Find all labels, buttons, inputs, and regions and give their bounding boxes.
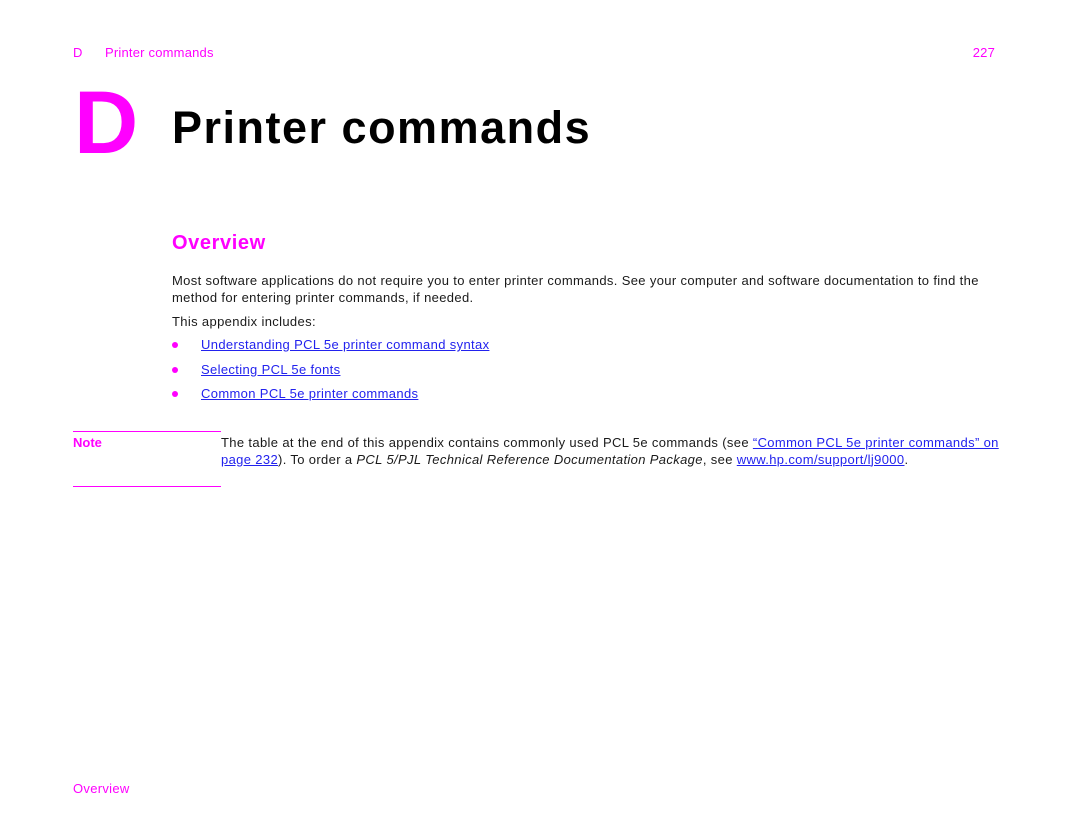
link-understanding-pcl-syntax[interactable]: Understanding PCL 5e printer command syn… [201,337,489,352]
chapter-letter: D [74,72,139,172]
note-text-start: The table at the end of this appendix co… [221,435,753,450]
appendix-contents-list: Understanding PCL 5e printer command syn… [172,337,489,411]
link-hp-support[interactable]: www.hp.com/support/lj9000 [737,452,905,467]
bullet-icon [172,391,178,397]
list-item: Selecting PCL 5e fonts [172,362,489,387]
note-text-see: , see [702,451,737,467]
note-label: Note [73,435,102,450]
list-item: Understanding PCL 5e printer command syn… [172,337,489,362]
bullet-icon [172,366,178,373]
header-chapter-letter: D [73,45,83,60]
header-chapter-title: Printer commands [105,45,214,60]
link-selecting-pcl-fonts[interactable]: Selecting PCL 5e fonts [201,362,340,377]
includes-paragraph: This appendix includes: [172,314,316,329]
chapter-title-text: Printer commands [172,102,592,153]
note-bottom-rule [73,486,221,487]
note-body: The table at the end of this appendix co… [221,435,1011,468]
list-item: Common PCL 5e printer commands [172,386,489,411]
page-number: 227 [972,45,995,60]
note-text-mid: ). To order a [278,451,357,467]
link-common-pcl-commands[interactable]: Common PCL 5e printer commands [201,386,418,401]
note-text-end: . [904,451,909,467]
note-top-rule [73,431,221,432]
intro-paragraph: Most software applications do not requir… [172,273,979,305]
section-heading: Overview [172,232,266,254]
bullet-icon [172,342,178,348]
note-document-title: PCL 5/PJL Technical Reference Documentat… [356,451,703,467]
running-footer: Overview [73,781,130,796]
